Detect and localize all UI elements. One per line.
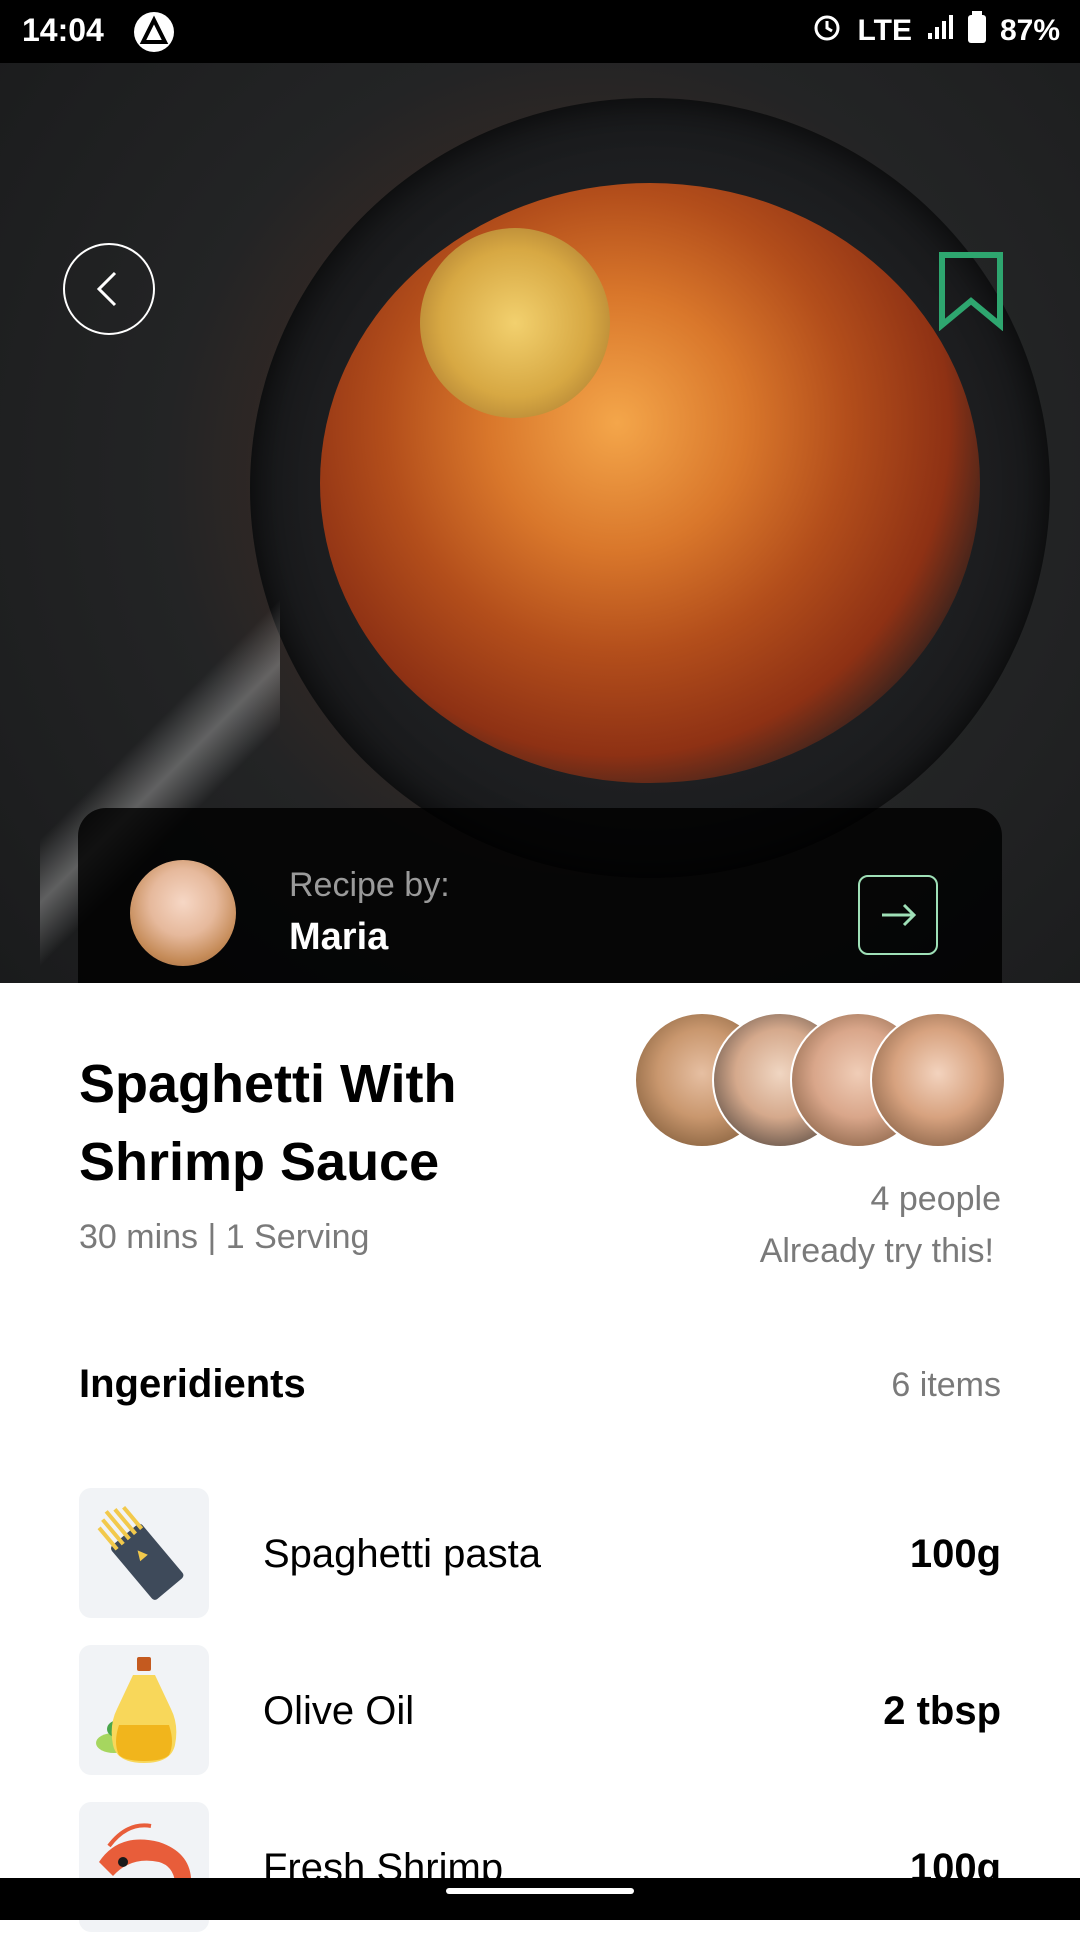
recipe-title-line2: Shrimp Sauce — [79, 1132, 440, 1192]
garlic-shape — [420, 228, 610, 418]
signal-icon — [926, 13, 954, 49]
alarm-icon — [810, 10, 844, 52]
ingredient-name: Spaghetti pasta — [263, 1532, 541, 1576]
author-profile-button[interactable] — [858, 875, 938, 955]
bookmark-button[interactable] — [936, 249, 1006, 332]
ingredient-qty: 100g — [909, 1532, 1001, 1576]
recipe-by-label: Recipe by: — [289, 866, 450, 904]
battery-percent: 87% — [999, 14, 1060, 47]
pasta-icon — [79, 1488, 209, 1618]
chevron-left-icon — [96, 271, 117, 307]
avatar — [870, 1012, 1006, 1148]
ingredient-name: Olive Oil — [263, 1689, 415, 1733]
home-indicator[interactable] — [446, 1888, 634, 1894]
tried-avatars[interactable] — [634, 1012, 1014, 1148]
recipe-title-line1: Spaghetti With — [79, 1054, 457, 1114]
arrow-right-icon — [882, 903, 917, 927]
ingredients-count: 6 items — [891, 1366, 1001, 1404]
tried-text: Already try this! — [759, 1232, 994, 1270]
avatar — [130, 860, 236, 966]
status-time: 14:04 — [22, 12, 104, 48]
status-bar: 14:04 LTE 87% — [0, 0, 1080, 63]
ingredient-row[interactable]: Olive Oil 2 tbsp — [79, 1645, 1001, 1775]
status-icons: LTE 87% — [810, 10, 1060, 52]
battery-icon — [967, 11, 986, 51]
tried-count: 4 people — [870, 1180, 1001, 1218]
system-navigation-bar — [0, 1878, 1080, 1920]
ingredients-title: Ingeridients — [79, 1362, 306, 1406]
ingredient-row[interactable]: Spaghetti pasta 100g — [79, 1488, 1001, 1618]
bookmark-icon — [939, 252, 1003, 332]
back-button[interactable] — [63, 243, 155, 335]
app-logo-icon — [134, 12, 174, 52]
author-name: Maria — [289, 916, 389, 958]
recipe-meta: 30 mins | 1 Serving — [79, 1218, 370, 1256]
ingredient-qty: 2 tbsp — [883, 1689, 1001, 1733]
recipe-hero-image: Recipe by: Maria — [0, 63, 1080, 983]
olive-oil-icon — [79, 1645, 209, 1775]
spaghetti-shape — [320, 183, 980, 783]
network-label: LTE — [857, 14, 912, 47]
recipe-title: Spaghetti With Shrimp Sauce — [79, 1045, 639, 1201]
author-card[interactable]: Recipe by: Maria — [78, 808, 1002, 983]
